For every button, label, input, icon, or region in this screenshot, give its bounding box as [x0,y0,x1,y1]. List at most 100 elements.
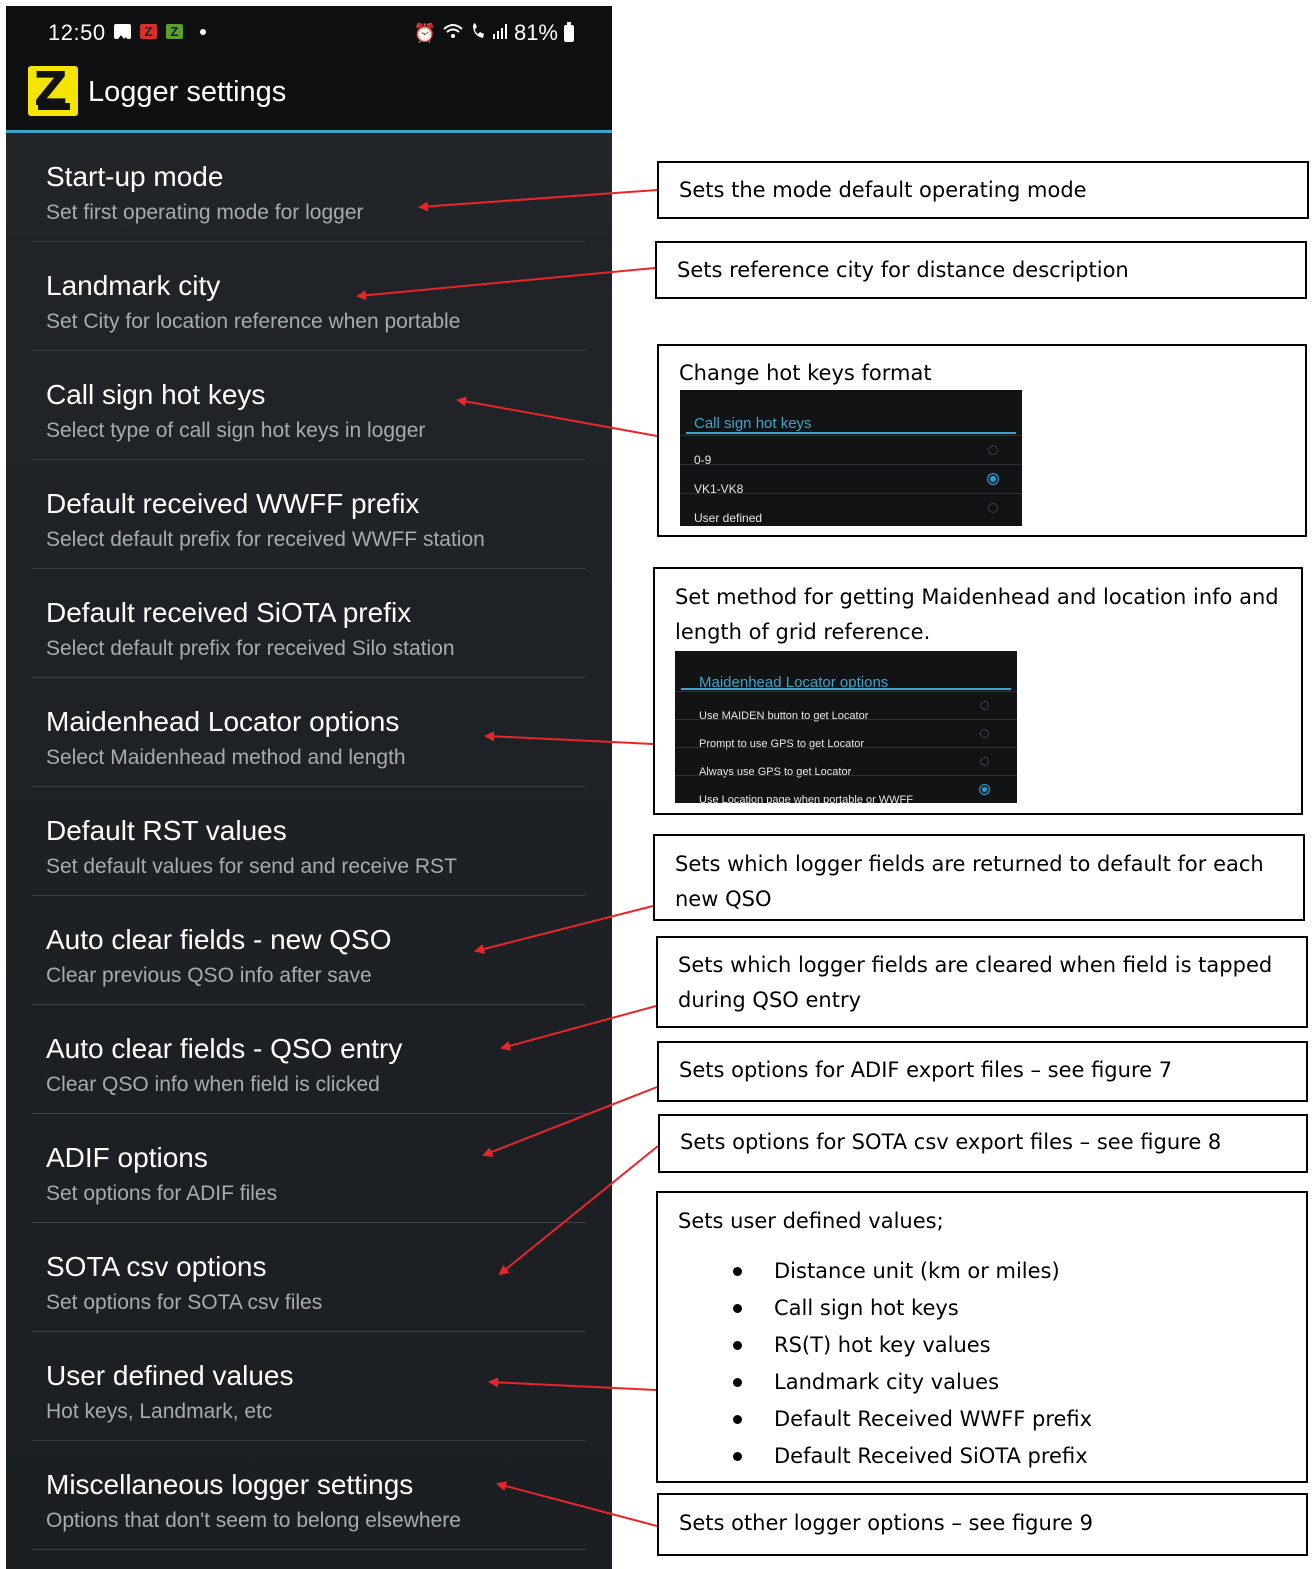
status-time: 12:50 [48,20,106,45]
setting-title: Call sign hot keys [46,379,266,410]
annotation-autoclear-new-text: Sets which logger fields are returned to… [675,852,1264,911]
user-values-bullet: Distance unit (km or miles) [728,1253,1092,1290]
z-red-app-icon: Z [140,24,157,39]
z-green-app-icon: Z [166,24,183,39]
annotation-maidenhead-text: Set method for getting Maidenhead and lo… [675,585,1279,644]
signal-icon [492,20,508,46]
setting-subtitle: Hot keys, Landmark, etc [46,1400,273,1423]
setting-subtitle: Set options for ADIF files [46,1182,278,1205]
hotkeys-option[interactable]: User defined [680,493,1022,525]
settings-list: Start-up mode Set first operating mode fo… [6,133,612,1550]
status-right-cluster: ⏰ 81% [414,20,574,46]
annotation-startup-text: Sets the mode default operating mode [679,178,1087,202]
setting-item[interactable]: ADIF options Set options for ADIF files [6,1114,612,1223]
annotation-sota: Sets options for SOTA csv export files –… [658,1114,1308,1173]
user-values-bullet: RS(T) hot key values [728,1327,1092,1364]
gallery-icon [114,24,131,42]
page-title: Logger settings [88,76,287,108]
maidenhead-option[interactable]: Use MAIDEN button to get Locator [675,691,1017,722]
annotation-landmark-text: Sets reference city for distance descrip… [677,258,1129,282]
setting-title: User defined values [46,1360,294,1391]
annotation-autoclear-entry: Sets which logger fields are cleared whe… [656,936,1308,1028]
setting-item[interactable]: Auto clear fields - new QSO Clear previou… [6,896,612,1005]
battery-icon [564,21,574,42]
setting-title: SOTA csv options [46,1251,267,1282]
radio-icon[interactable] [988,503,998,513]
maidenhead-option[interactable]: Use Location page when portable or WWFF [675,775,1017,806]
setting-title: Maidenhead Locator options [46,706,400,737]
radio-icon[interactable] [980,785,989,794]
setting-title: Default RST values [46,815,287,846]
annotation-adif-text: Sets options for ADIF export files – see… [679,1058,1173,1082]
annotation-maidenhead: Set method for getting Maidenhead and lo… [653,567,1303,815]
annotation-autoclear-entry-text: Sets which logger fields are cleared whe… [678,953,1273,1012]
setting-title: Auto clear fields - new QSO [46,924,392,955]
maidenhead-option[interactable]: Prompt to use GPS to get Locator [675,719,1017,750]
maidenhead-dialog-divider [681,688,1011,690]
setting-item[interactable]: Miscellaneous logger settings Options tha… [6,1441,612,1550]
setting-subtitle: Select Maidenhead method and length [46,746,406,769]
annotation-autoclear-new: Sets which logger fields are returned to… [653,834,1305,921]
setting-subtitle: Clear QSO info when field is clicked [46,1073,380,1096]
maidenhead-option[interactable]: Always use GPS to get Locator [675,747,1017,778]
radio-icon[interactable] [980,701,989,710]
hotkeys-option[interactable]: VK1-VK8 [680,464,1022,496]
setting-title: ADIF options [46,1142,208,1173]
setting-item[interactable]: Default received SiOTA prefix Select defa… [6,569,612,678]
setting-item[interactable]: User defined values Hot keys, Landmark, e… [6,1332,612,1441]
annotation-user-values: Sets user defined values; Distance unit … [656,1191,1308,1483]
setting-title: Default received WWFF prefix [46,488,420,519]
status-bar: 12:50 Z Z ⏰ 81% [6,6,612,52]
annotation-misc: Sets other logger options – see figure 9 [657,1493,1308,1556]
setting-subtitle: Select default prefix for received WWFF … [46,528,485,551]
radio-icon[interactable] [988,474,998,484]
app-logo[interactable]: Z [28,66,78,116]
setting-item[interactable]: Call sign hot keys Select type of call si… [6,351,612,460]
setting-item[interactable]: Landmark city Set City for location refer… [6,242,612,351]
phone-screen: 12:50 Z Z ⏰ 81% Z Logger settings Start-… [6,6,612,1569]
maidenhead-dialog: Maidenhead Locator options Use MAIDEN bu… [675,651,1017,806]
annotation-landmark: Sets reference city for distance descrip… [655,241,1307,299]
setting-subtitle: Options that don't seem to belong elsewh… [46,1509,461,1532]
annotation-user-values-text: Sets user defined values; [678,1209,944,1233]
setting-subtitle: Set first operating mode for logger [46,201,364,224]
annotation-sota-text: Sets options for SOTA csv export files –… [680,1130,1222,1154]
annotation-hotkeys: Change hot keys format Call sign hot key… [657,344,1307,537]
setting-title: Landmark city [46,270,221,301]
setting-item[interactable]: Start-up mode Set first operating mode fo… [6,133,612,242]
call-icon [470,20,486,46]
annotation-adif: Sets options for ADIF export files – see… [657,1041,1308,1102]
setting-item[interactable]: Auto clear fields - QSO entry Clear QSO i… [6,1005,612,1114]
setting-title: Default received SiOTA prefix [46,597,412,628]
radio-icon[interactable] [980,757,989,766]
setting-item[interactable]: SOTA csv options Set options for SOTA csv… [6,1223,612,1332]
annotation-startup: Sets the mode default operating mode [657,161,1309,219]
setting-item[interactable]: Maidenhead Locator options Select Maidenh… [6,678,612,787]
user-values-bullet: Landmark city values [728,1364,1092,1401]
setting-subtitle: Set options for SOTA csv files [46,1291,323,1314]
hotkeys-dialog-divider [686,432,1016,434]
setting-subtitle: Clear previous QSO info after save [46,964,372,987]
alarm-icon: ⏰ [413,22,436,43]
user-values-bullet: Default Received WWFF prefix [728,1401,1092,1438]
setting-subtitle: Select type of call sign hot keys in log… [46,419,426,442]
annotation-hotkeys-text: Change hot keys format [679,361,932,385]
hotkeys-option-label: User defined [694,511,763,525]
setting-subtitle: Set City for location reference when por… [46,310,461,333]
app-bar: Z Logger settings [6,52,612,133]
hotkeys-dialog: Call sign hot keys 0-9 VK1-VK8 User define… [680,390,1022,526]
wifi-icon [442,20,464,46]
setting-item[interactable]: Default received WWFF prefix Select defau… [6,460,612,569]
setting-item[interactable]: Default RST values Set default values for… [6,787,612,896]
user-values-bullet: Call sign hot keys [728,1290,1092,1327]
radio-icon[interactable] [988,445,998,455]
maidenhead-option-label: Use Location page when portable or WWFF [699,794,913,806]
setting-title: Auto clear fields - QSO entry [46,1033,403,1064]
radio-icon[interactable] [980,729,989,738]
user-values-bullet: Default Received SiOTA prefix [728,1438,1092,1475]
setting-title: Miscellaneous logger settings [46,1469,414,1500]
hotkeys-option[interactable]: 0-9 [680,435,1022,467]
setting-subtitle: Select default prefix for received Silo … [46,637,455,660]
battery-percent: 81% [513,20,558,45]
notification-dot-icon [200,29,206,35]
